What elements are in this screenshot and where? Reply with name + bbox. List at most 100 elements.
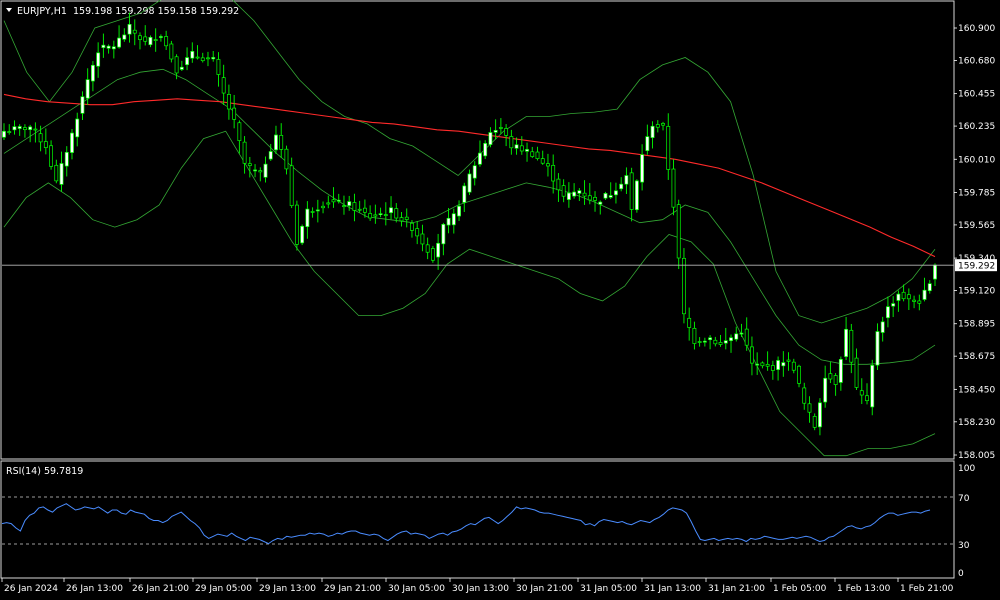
time-axis-label: 26 Jan 21:00 [132,584,189,594]
bear-candle-body [765,364,770,367]
candle [535,146,540,161]
candle [430,245,435,263]
bull-candle-body [844,328,849,357]
bull-candle-body [80,96,85,114]
candle [49,140,53,170]
bear-candle-body [206,57,210,60]
candle [90,61,95,92]
candle [315,199,320,223]
bull-candle-body [640,154,645,183]
candle [300,224,305,246]
candle [195,45,200,60]
candle [572,183,577,199]
bear-candle-body [713,339,718,345]
bear-candle-body [226,94,231,110]
bear-candle-body [326,202,331,205]
bear-candle-body [912,299,916,302]
bull-candle-body [263,163,268,178]
candle [17,124,22,136]
candle [927,280,932,294]
bull-candle-body [148,37,153,46]
rsi-pane-frame [0,460,955,579]
bear-candle-body [791,361,796,371]
time-axis: 26 Jan 2024 26 Jan 13:00 26 Jan 21:00 29 Ja… [1,578,954,594]
bull-candle-body [488,132,493,145]
bear-candle-body [556,178,561,191]
candle [284,145,289,175]
bear-candle-body [530,151,535,157]
candle [404,208,409,228]
candle [373,204,378,224]
candle [446,207,451,234]
bull-candle-body [614,190,618,196]
bull-candle-body [525,149,529,152]
bull-candle-body [603,193,608,199]
bear-candle-body [587,195,592,201]
bull-candle-body [493,130,498,133]
bull-candle-body [158,36,163,38]
bear-candle-body [232,107,237,120]
candle [483,140,488,160]
price-axis-label: 159.120 [958,287,995,297]
bear-candle-body [854,357,859,388]
candle [242,136,247,174]
price-axis-label: 158.230 [958,418,995,428]
candle [28,124,33,143]
bull-candle-body [891,303,896,307]
candle [519,136,524,155]
bull-candle-body [451,213,456,226]
bull-candle-body [446,217,451,226]
candle [12,120,17,135]
candle [770,360,775,380]
candle [80,91,85,120]
candle [933,263,937,287]
bear-candle-body [242,141,247,164]
bull-candle-body [566,192,571,200]
candle [739,323,744,338]
candle [75,112,80,147]
rsi-scale-100: 100 [958,464,975,474]
chart-svg[interactable]: EURJPY,H1 159.198 159.298 159.158 159.29… [0,0,1000,600]
bear-candle-body [164,36,169,47]
candle [279,123,284,158]
candle [504,124,509,147]
price-axis-label: 160.235 [958,122,995,132]
candle [729,334,733,353]
candle [812,413,817,431]
bear-candle-body [692,327,697,344]
candle [211,51,216,62]
time-axis-label: 31 Jan 05:00 [580,584,637,594]
candle [143,25,148,46]
bear-candle-body [169,43,174,60]
price-axis-label: 160.900 [958,24,995,34]
candle [540,150,545,165]
bear-candle-body [38,133,43,143]
candle [671,159,676,216]
price-axis-label: 160.680 [958,56,995,66]
bull-candle-body [598,201,603,205]
candle [818,398,822,436]
candle [185,47,189,71]
bear-candle-body [132,29,137,34]
bear-candle-body [221,77,226,94]
bull-candle-body [12,126,17,131]
bear-candle-body [342,205,346,208]
bull-candle-body [190,51,195,59]
candle [457,200,461,222]
dropdown-arrow-icon[interactable] [6,8,12,12]
bull-candle-body [723,340,728,344]
candle [640,144,645,191]
bear-candle-body [671,168,676,208]
bear-candle-body [399,217,404,222]
candle [70,128,74,160]
bull-candle-body [211,57,216,60]
bear-candle-body [859,390,864,396]
candle [420,224,425,252]
bull-candle-body [650,125,655,138]
candle [111,40,116,59]
price-axis-label: 158.895 [958,320,995,330]
candle [880,316,885,342]
candle [232,94,237,129]
candle [875,323,880,371]
bear-candle-body [682,257,686,315]
